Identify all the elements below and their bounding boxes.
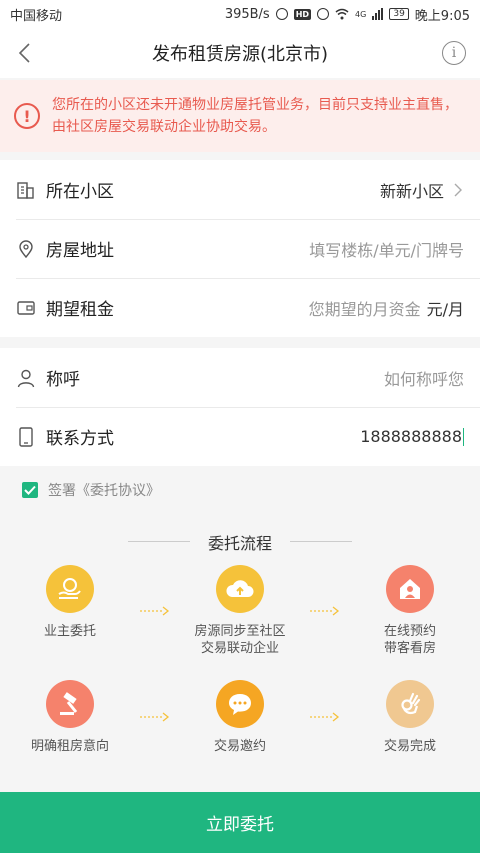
- flow-step-complete: 交易完成: [340, 680, 480, 755]
- notice-text: 您所在的小区还未开通物业房屋托管业务，目前只支持业主直售，由社区房屋交易联动企业…: [52, 97, 458, 135]
- info-icon[interactable]: i: [442, 41, 466, 65]
- address-input[interactable]: 填写楼栋/单元/门牌号: [309, 237, 464, 261]
- network-speed: 395B/s: [224, 6, 270, 22]
- rent-label: 期望租金: [46, 300, 114, 320]
- agreement-link[interactable]: 签署《委托协议》: [48, 480, 160, 500]
- name-label: 称呼: [46, 370, 80, 390]
- status-bar: 中国移动 395B/s HD 4G 39 晚上9:05: [0, 0, 480, 28]
- page-title: 发布租赁房源(北京市): [151, 44, 329, 65]
- flow-step-sync: 房源同步至社区 交易联动企业: [170, 565, 310, 657]
- rent-input[interactable]: 您期望的月资金: [309, 296, 421, 320]
- alert-icon: !: [14, 103, 40, 129]
- house-icon: [386, 565, 434, 613]
- nav-bar: 发布租赁房源(北京市) i: [0, 28, 480, 78]
- flow-arrow-icon: [140, 606, 170, 616]
- chevron-right-icon: [454, 183, 462, 196]
- flow-arrow-icon: [310, 712, 340, 722]
- agreement-row[interactable]: 签署《委托协议》: [0, 468, 480, 512]
- eye-icon: [317, 8, 330, 20]
- community-value: 新新小区: [379, 181, 444, 201]
- flow-step-label: 交易完成: [383, 739, 436, 754]
- wallet-icon: [17, 300, 35, 315]
- alarm-icon: [275, 8, 288, 20]
- flow-step-label: 交易邀约: [213, 739, 266, 754]
- rent-row[interactable]: 期望租金 您期望的月资金 元/月: [0, 278, 480, 337]
- ok-hand-icon: [386, 680, 434, 728]
- clock: 晚上9:05: [414, 8, 470, 24]
- flow-step-label: 房源同步至社区 交易联动企业: [194, 624, 286, 656]
- name-input[interactable]: 如何称呼您: [384, 366, 464, 390]
- hd-icon: HD: [293, 8, 312, 20]
- address-row[interactable]: 房屋地址 填写楼栋/单元/门牌号: [0, 219, 480, 278]
- contact-row[interactable]: 联系方式 1888888888: [0, 407, 480, 466]
- wifi-icon: [335, 8, 349, 20]
- warning-notice: ! 您所在的小区还未开通物业房屋托管业务，目前只支持业主直售，由社区房屋交易联动…: [0, 80, 480, 152]
- flow-step-label: 业主委托: [43, 624, 96, 639]
- building-icon: [17, 181, 34, 199]
- community-row[interactable]: 所在小区 新新小区: [0, 160, 480, 219]
- name-row[interactable]: 称呼 如何称呼您: [0, 348, 480, 407]
- contact-input[interactable]: 1888888888: [360, 427, 462, 446]
- network-type: 4G: [355, 9, 367, 19]
- text-cursor: [463, 427, 464, 446]
- flow-step-owner-entrust: 业主委托: [0, 565, 140, 640]
- gavel-icon: [46, 680, 94, 728]
- rent-unit: 元/月: [426, 299, 464, 319]
- flow-step-invitation: 交易邀约: [170, 680, 310, 755]
- agreement-checkbox[interactable]: [22, 482, 38, 498]
- flow-title: 委托流程: [0, 530, 480, 554]
- person-icon: [17, 369, 35, 387]
- submit-button[interactable]: 立即委托: [0, 792, 480, 853]
- hand-coin-icon: [46, 565, 94, 613]
- battery-icon: 39: [389, 8, 409, 20]
- cloud-upload-icon: [216, 565, 264, 613]
- flow-step-intent: 明确租房意向: [0, 680, 140, 755]
- contact-label: 联系方式: [46, 429, 114, 449]
- address-label: 房屋地址: [46, 241, 114, 261]
- flow-step-label: 明确租房意向: [30, 739, 109, 754]
- phone-icon: [19, 426, 33, 447]
- community-label: 所在小区: [46, 182, 114, 202]
- check-icon: [24, 485, 36, 495]
- carrier-name: 中国移动: [10, 8, 63, 24]
- location-pin-icon: [19, 239, 33, 258]
- signal-icon: [372, 8, 384, 20]
- property-form: 所在小区 新新小区 房屋地址 填写楼栋/单元/门牌号 期望租金 您期望的月资金 …: [0, 160, 480, 337]
- chat-bubble-icon: [216, 680, 264, 728]
- back-icon[interactable]: [14, 41, 38, 65]
- contact-form: 称呼 如何称呼您 联系方式 1888888888: [0, 348, 480, 466]
- flow-step-booking: 在线预约 带客看房: [340, 565, 480, 657]
- flow-step-label: 在线预约 带客看房: [383, 624, 436, 656]
- flow-arrow-icon: [140, 712, 170, 722]
- flow-arrow-icon: [310, 606, 340, 616]
